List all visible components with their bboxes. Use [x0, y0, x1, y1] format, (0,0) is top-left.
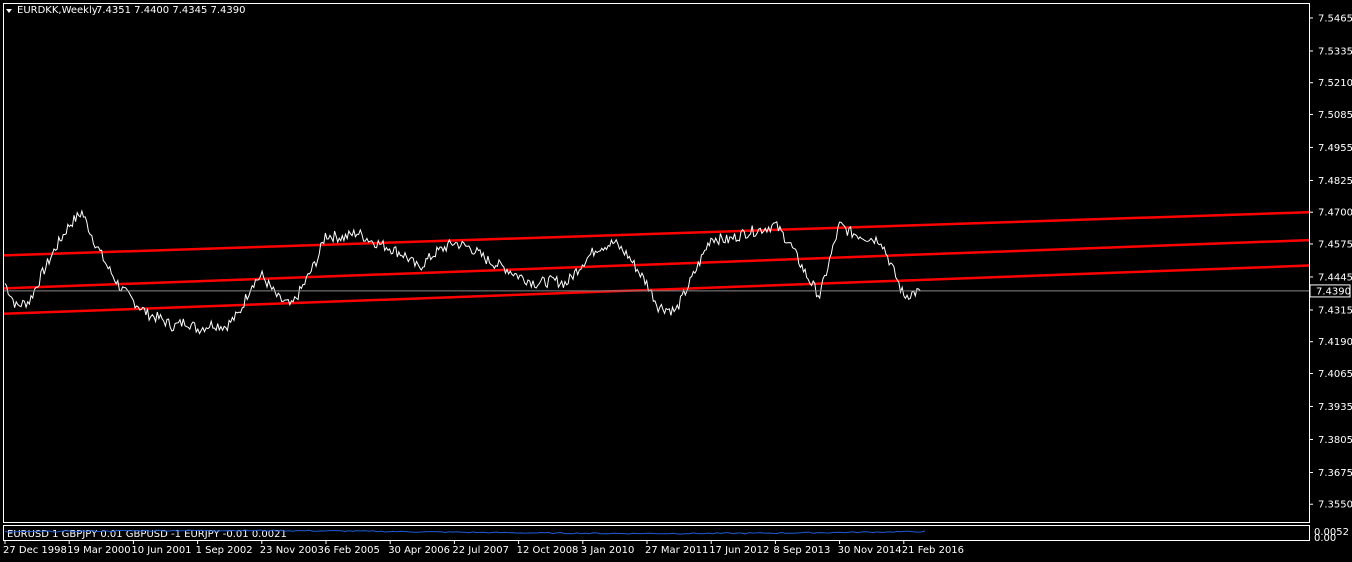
ohlc-values: 7.4351 7.4400 7.4345 7.4390 — [96, 5, 246, 16]
current-price-marker: 7.4390 — [4, 284, 1351, 298]
channel-line[interactable] — [3, 238, 1310, 290]
y-tick-label: 7.4065 — [1318, 369, 1352, 380]
x-tick-label: 27 Mar 2011 — [645, 545, 708, 556]
y-tick-label: 7.3675 — [1318, 468, 1352, 479]
x-tick-label: 17 Jun 2012 — [709, 545, 769, 556]
y-tick-label: 7.4955 — [1318, 143, 1352, 154]
channel-line[interactable] — [3, 210, 1310, 257]
x-tick-label: 10 Jun 2001 — [131, 545, 191, 556]
x-tick-label: 30 Nov 2014 — [838, 545, 902, 556]
y-tick-label: 7.4575 — [1318, 239, 1352, 250]
y-tick-label: 7.5085 — [1318, 110, 1352, 121]
y-tick-label: 7.4700 — [1318, 208, 1352, 219]
y-tick-label: 7.3550 — [1318, 500, 1352, 511]
x-tick-label: 23 Nov 2003 — [260, 545, 324, 556]
y-tick-label: 7.5210 — [1318, 78, 1352, 89]
current-price-label: 7.4390 — [1316, 286, 1351, 297]
x-tick-label: 27 Dec 1998 — [3, 545, 67, 556]
x-tick-label: 30 Apr 2006 — [388, 545, 450, 556]
indicator-pane[interactable]: EURUSD 1 GBPJPY 0.01 GBPUSD -1 EURJPY -0… — [4, 527, 1349, 544]
y-tick-label: 7.3935 — [1318, 402, 1352, 413]
dropdown-triangle-icon[interactable] — [6, 9, 12, 13]
x-tick-label: 1 Sep 2002 — [196, 545, 253, 556]
y-tick-label: 7.5335 — [1318, 46, 1352, 57]
indicator-axis-bottom: 0.00 — [1314, 533, 1336, 544]
y-tick-label: 7.4315 — [1318, 305, 1352, 316]
time-axis[interactable]: 27 Dec 1998 19 Mar 2000 10 Jun 2001 1 Sep 2… — [3, 540, 964, 556]
symbol-label: EURDKK,Weekly — [17, 5, 98, 16]
y-tick-label: 7.4445 — [1318, 272, 1352, 283]
price-axis[interactable]: 7.5465 7.5335 7.5210 7.5085 7.4955 7.4825 7.47… — [1309, 13, 1352, 511]
x-tick-label: 21 Feb 2016 — [902, 545, 964, 556]
y-tick-label: 7.3805 — [1318, 435, 1352, 446]
x-tick-label: 22 Jul 2007 — [452, 545, 509, 556]
x-tick-label: 19 Mar 2000 — [67, 545, 130, 556]
x-tick-label: 12 Oct 2008 — [517, 545, 579, 556]
y-tick-label: 7.4825 — [1318, 176, 1352, 187]
y-tick-label: 7.5465 — [1318, 13, 1352, 24]
x-tick-label: 3 Jan 2010 — [581, 545, 635, 556]
y-tick-label: 7.4190 — [1318, 337, 1352, 348]
x-tick-label: 6 Feb 2005 — [324, 545, 380, 556]
channel-lines[interactable] — [3, 210, 1310, 316]
chart-header[interactable]: EURDKK,Weekly 7.4351 7.4400 7.4345 7.439… — [6, 5, 246, 16]
x-tick-label: 8 Sep 2013 — [773, 545, 830, 556]
price-chart[interactable]: EURDKK,Weekly 7.4351 7.4400 7.4345 7.439… — [0, 0, 1352, 562]
main-pane-frame — [3, 3, 1310, 523]
